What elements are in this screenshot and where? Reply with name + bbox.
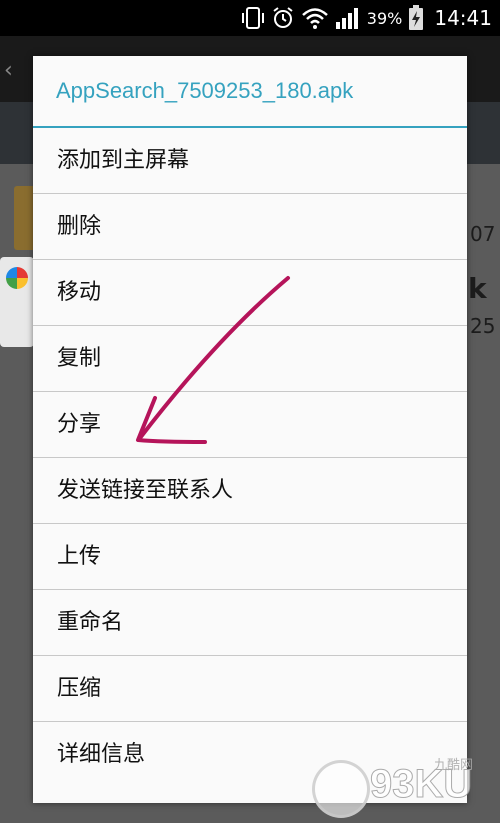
back-arrow-icon: ‹: [4, 58, 13, 83]
menu-item-add-to-home[interactable]: 添加到主屏幕: [33, 128, 467, 194]
status-bar: 39% 14:41: [0, 0, 500, 36]
battery-percent: 39%: [366, 8, 403, 28]
alarm-icon: [273, 7, 293, 28]
watermark-small-text: 九酷网: [434, 758, 474, 773]
signal-icon: [335, 8, 358, 29]
background-file-date: 07: [470, 222, 496, 246]
vibrate-icon: [241, 7, 264, 29]
menu-item-send-link[interactable]: 发送链接至联系人: [33, 458, 467, 524]
watermark-face-icon: [312, 760, 370, 818]
menu-item-rename[interactable]: 重命名: [33, 590, 467, 656]
apk-file-icon: [0, 257, 34, 347]
battery-charging-icon: [409, 5, 424, 30]
menu-list: 添加到主屏幕 删除 移动 复制 分享 发送链接至联系人 上传 重命名 压缩 详细…: [33, 128, 467, 788]
menu-item-delete[interactable]: 删除: [33, 194, 467, 260]
file-options-dialog: AppSearch_7509253_180.apk 添加到主屏幕 删除 移动 复…: [33, 56, 467, 803]
watermark-logo: 93KU 九酷网: [312, 752, 500, 822]
dialog-title: AppSearch_7509253_180.apk: [33, 56, 467, 128]
menu-item-move[interactable]: 移动: [33, 260, 467, 326]
menu-item-compress[interactable]: 压缩: [33, 656, 467, 722]
menu-item-upload[interactable]: 上传: [33, 524, 467, 590]
background-file-size: 25: [470, 314, 496, 338]
background-file-name: k: [468, 272, 487, 305]
menu-item-share[interactable]: 分享: [33, 392, 467, 458]
wifi-icon: [301, 8, 328, 29]
clock: 14:41: [434, 6, 492, 30]
menu-item-copy[interactable]: 复制: [33, 326, 467, 392]
